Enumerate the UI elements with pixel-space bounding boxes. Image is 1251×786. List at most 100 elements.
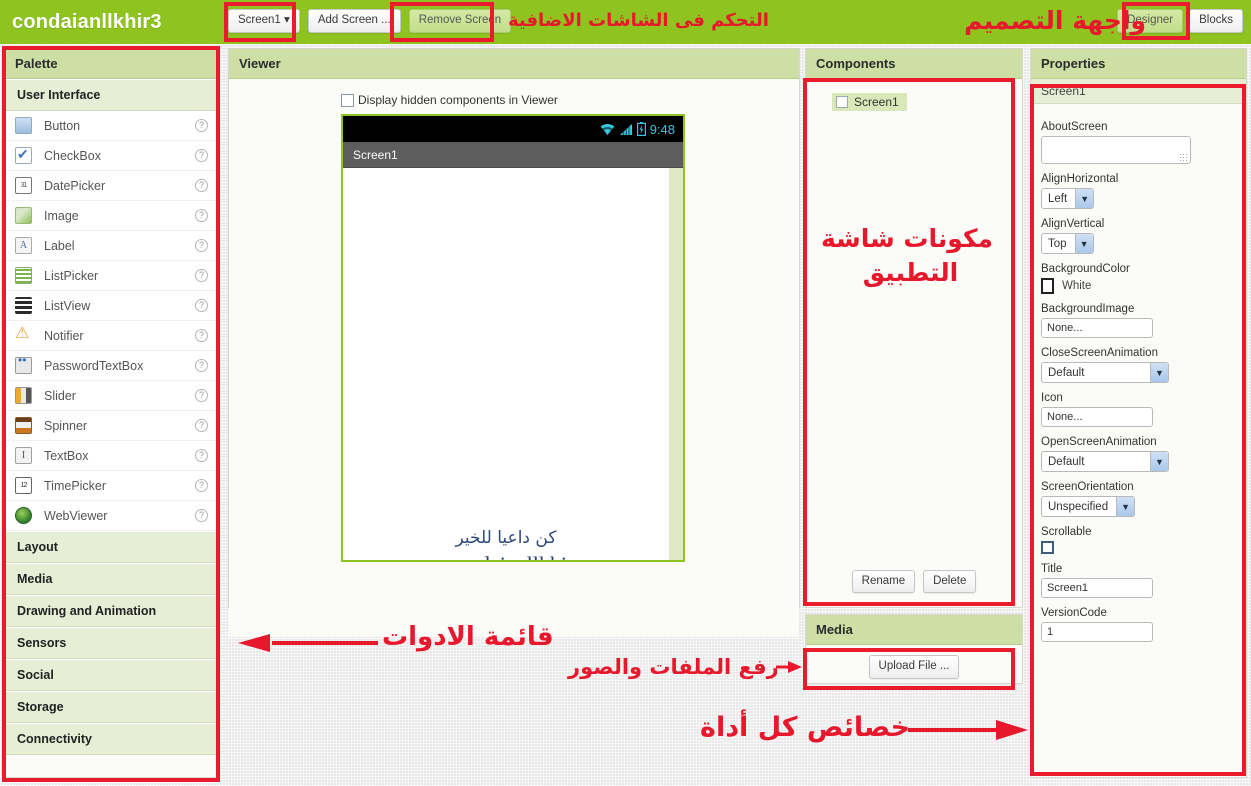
display-hidden-components-checkbox[interactable] [341,93,354,107]
viewer-title: Viewer [229,49,799,79]
property-label-title: Title [1041,563,1063,575]
title-field[interactable]: Screen1 [1041,578,1153,598]
blocks-tab-button[interactable]: Blocks [1189,9,1243,33]
cellular-signal-icon [619,123,632,135]
alignhorizontal-select[interactable]: Left ▼ [1041,188,1095,209]
help-icon[interactable]: ? [195,419,208,432]
alignhorizontal-value: Left [1048,192,1068,205]
help-icon[interactable]: ? [195,299,208,312]
property-label-screenorientation: ScreenOrientation [1041,481,1134,493]
add-screen-button[interactable]: Add Screen ... [307,9,401,33]
palette-item-label: Button [44,118,81,133]
viewer-canvas-area: Display hidden components in Viewer 9:48… [229,79,799,637]
property-label-versioncode: VersionCode [1041,607,1107,619]
chevron-down-icon: ▼ [1150,452,1168,471]
palette-item-datepicker[interactable]: 31 DatePicker ? [5,171,216,201]
annotation-upload-files: رفع الملفات والصور [568,655,779,679]
listview-icon [15,297,32,314]
notifier-icon [15,323,32,344]
versioncode-field[interactable]: 1 [1041,622,1153,642]
palette-item-textbox[interactable]: I TextBox ? [5,441,216,471]
palette-item-listpicker[interactable]: ListPicker ? [5,261,216,291]
textbox-icon: I [15,447,32,464]
openscreenanimation-select[interactable]: Default ▼ [1041,451,1169,472]
palette-category-media[interactable]: Media [5,563,216,595]
backgroundcolor-picker[interactable]: White [1041,278,1236,294]
rename-button[interactable]: Rename [851,569,916,593]
palette-item-spinner[interactable]: Spinner ? [5,411,216,441]
palette-category-storage[interactable]: Storage [5,691,216,723]
palette-category-connectivity[interactable]: Connectivity [5,723,216,755]
palette-item-webviewer[interactable]: WebViewer ? [5,501,216,531]
upload-file-button[interactable]: Upload File ... [868,655,960,679]
aboutscreen-textarea[interactable] [1041,136,1191,164]
component-tree-item-screen1[interactable]: Screen1 [832,93,907,111]
chevron-down-icon: ▼ [1075,189,1094,208]
phone-status-bar: 9:48 [343,116,683,142]
help-icon[interactable]: ? [195,359,208,372]
annotation-tool-properties: خصائص كل أداة [700,712,911,743]
phone-screen-canvas[interactable]: كن داعيا للخير www.condaianllkhir.com [343,168,669,560]
palette-category-user-interface[interactable]: User Interface [5,79,216,111]
help-icon[interactable]: ? [195,449,208,462]
phone-scrollbar[interactable] [669,168,683,560]
palette-item-slider[interactable]: Slider ? [5,381,216,411]
components-tree: Screen1 [806,79,1022,113]
checkbox-icon [15,146,32,164]
backgroundimage-field[interactable]: None... [1041,318,1153,338]
palette-item-label[interactable]: A Label ? [5,231,216,261]
palette-item-label: Slider [44,388,76,403]
scrollable-checkbox[interactable] [1041,541,1054,554]
media-body: Upload File ... [806,645,1022,679]
openscreenanimation-value: Default [1048,455,1085,468]
palette-category-layout[interactable]: Layout [5,531,216,563]
palette-item-checkbox[interactable]: CheckBox ? [5,141,216,171]
help-icon[interactable]: ? [195,269,208,282]
palette-category-drawing-and-animation[interactable]: Drawing and Animation [5,595,216,627]
screen-selector-dropdown[interactable]: Screen1 ▾ [228,9,300,33]
arrow-to-palette-icon [238,634,378,652]
palette-item-timepicker[interactable]: 12 TimePicker ? [5,471,216,501]
property-label-backgroundimage: BackgroundImage [1041,303,1135,315]
media-panel: Media Upload File ... [805,614,1023,684]
palette-item-label: Image [44,208,79,223]
palette-item-passwordtextbox[interactable]: PasswordTextBox ? [5,351,216,381]
screenorientation-select[interactable]: Unspecified ▼ [1041,496,1136,517]
help-icon[interactable]: ? [195,149,208,162]
help-icon[interactable]: ? [195,389,208,402]
help-icon[interactable]: ? [195,509,208,522]
spinner-icon [15,417,32,434]
palette-item-listview[interactable]: ListView ? [5,291,216,321]
help-icon[interactable]: ? [195,479,208,492]
palette-category-sensors[interactable]: Sensors [5,627,216,659]
palette-category-social[interactable]: Social [5,659,216,691]
phone-preview[interactable]: 9:48 Screen1 كن داعيا للخير www.condaian… [341,114,685,562]
icon-field[interactable]: None... [1041,407,1153,427]
arrow-to-media-icon [776,661,802,673]
help-icon[interactable]: ? [195,209,208,222]
help-icon[interactable]: ? [195,179,208,192]
button-icon [15,117,32,134]
delete-button[interactable]: Delete [923,569,977,593]
palette-item-label: ListView [44,298,91,313]
properties-list: AboutScreen AlignHorizontal Left ▼ Align… [1031,104,1246,642]
remove-screen-button[interactable]: Remove Screen [408,9,512,33]
palette-item-label: PasswordTextBox [44,358,144,373]
screen-node-icon [836,96,848,108]
help-icon[interactable]: ? [195,119,208,132]
palette-item-button[interactable]: Button ? [5,111,216,141]
slider-icon [15,387,32,404]
property-label-backgroundcolor: BackgroundColor [1041,263,1130,275]
alignvertical-select[interactable]: Top ▼ [1041,233,1094,254]
help-icon[interactable]: ? [195,329,208,342]
components-title: Components [806,49,1022,79]
closescreenanimation-select[interactable]: Default ▼ [1041,362,1169,383]
palette-item-image[interactable]: Image ? [5,201,216,231]
listpicker-icon [15,267,32,284]
help-icon[interactable]: ? [195,239,208,252]
palette-item-notifier[interactable]: Notifier ? [5,321,216,351]
palette-title: Palette [5,49,216,79]
webviewer-icon [15,507,32,524]
resize-grip-icon[interactable] [1179,153,1187,161]
display-hidden-components-row[interactable]: Display hidden components in Viewer [341,93,799,107]
